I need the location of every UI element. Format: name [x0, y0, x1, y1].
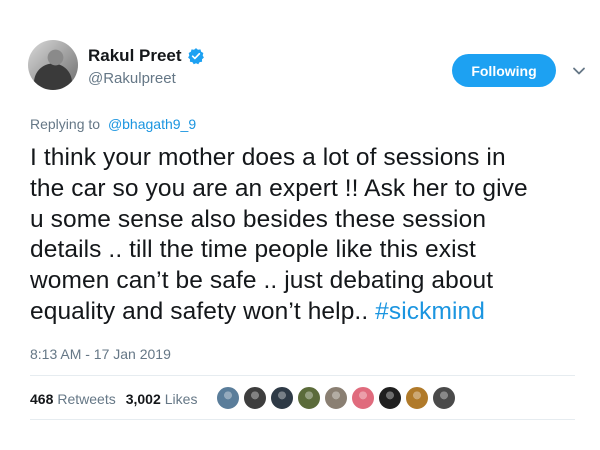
tweet-text-line-last: equality and safety won’t help.. #sickmi… [30, 297, 590, 328]
liker-avatar[interactable] [351, 386, 375, 410]
retweets-stat[interactable]: 468 Retweets [30, 391, 116, 407]
likes-count: 3,002 [125, 391, 161, 407]
tweet-stats: 468 Retweets 3,002 Likes [30, 391, 197, 407]
tweet-timestamp[interactable]: 8:13 AM - 17 Jan 2019 [30, 346, 171, 362]
replying-to-label: Replying to [30, 116, 101, 132]
tweet-text-line: women can’t be safe .. just debating abo… [30, 267, 494, 295]
replying-to: Replying to @bhagath9_9 [30, 116, 196, 132]
author-block: Rakul Preet @Rakulpreet [88, 46, 205, 87]
liker-avatar[interactable] [378, 386, 402, 410]
author-handle[interactable]: @Rakulpreet [88, 70, 205, 87]
tweet-text-line: u some sense also besides these session [30, 205, 487, 233]
author-avatar[interactable] [28, 40, 78, 90]
divider [30, 419, 575, 420]
author-display-name[interactable]: Rakul Preet [88, 46, 182, 66]
tweet-text-line: details .. till the time people like thi… [30, 236, 476, 264]
liker-avatars [216, 386, 459, 410]
tweet-text-segment: equality and safety won’t help.. [30, 297, 376, 325]
verified-badge-icon [187, 47, 205, 65]
liker-avatar[interactable] [405, 386, 429, 410]
reply-mention-link[interactable]: @bhagath9_9 [108, 116, 196, 132]
following-button[interactable]: Following [452, 54, 556, 87]
liker-avatar[interactable] [324, 386, 348, 410]
tweet-text-line: I think your mother does a lot of sessio… [30, 144, 506, 171]
tweet-text-line: the car so you are an expert !! Ask her … [30, 174, 528, 202]
liker-avatar[interactable] [216, 386, 240, 410]
divider [30, 375, 575, 376]
likes-label: Likes [164, 391, 198, 407]
tweet-card: Rakul Preet @Rakulpreet Following Replyi… [0, 0, 600, 450]
liker-avatar[interactable] [270, 386, 294, 410]
retweets-label: Retweets [57, 391, 116, 407]
tweet-text: I think your mother does a lot of sessio… [30, 143, 590, 328]
hashtag-link[interactable]: #sickmind [375, 298, 485, 325]
liker-avatar[interactable] [297, 386, 321, 410]
likes-stat[interactable]: 3,002 Likes [126, 391, 198, 407]
liker-avatar[interactable] [432, 386, 456, 410]
chevron-down-icon[interactable] [572, 64, 586, 78]
retweets-count: 468 [30, 391, 54, 407]
liker-avatar[interactable] [243, 386, 267, 410]
name-row: Rakul Preet [88, 46, 205, 66]
